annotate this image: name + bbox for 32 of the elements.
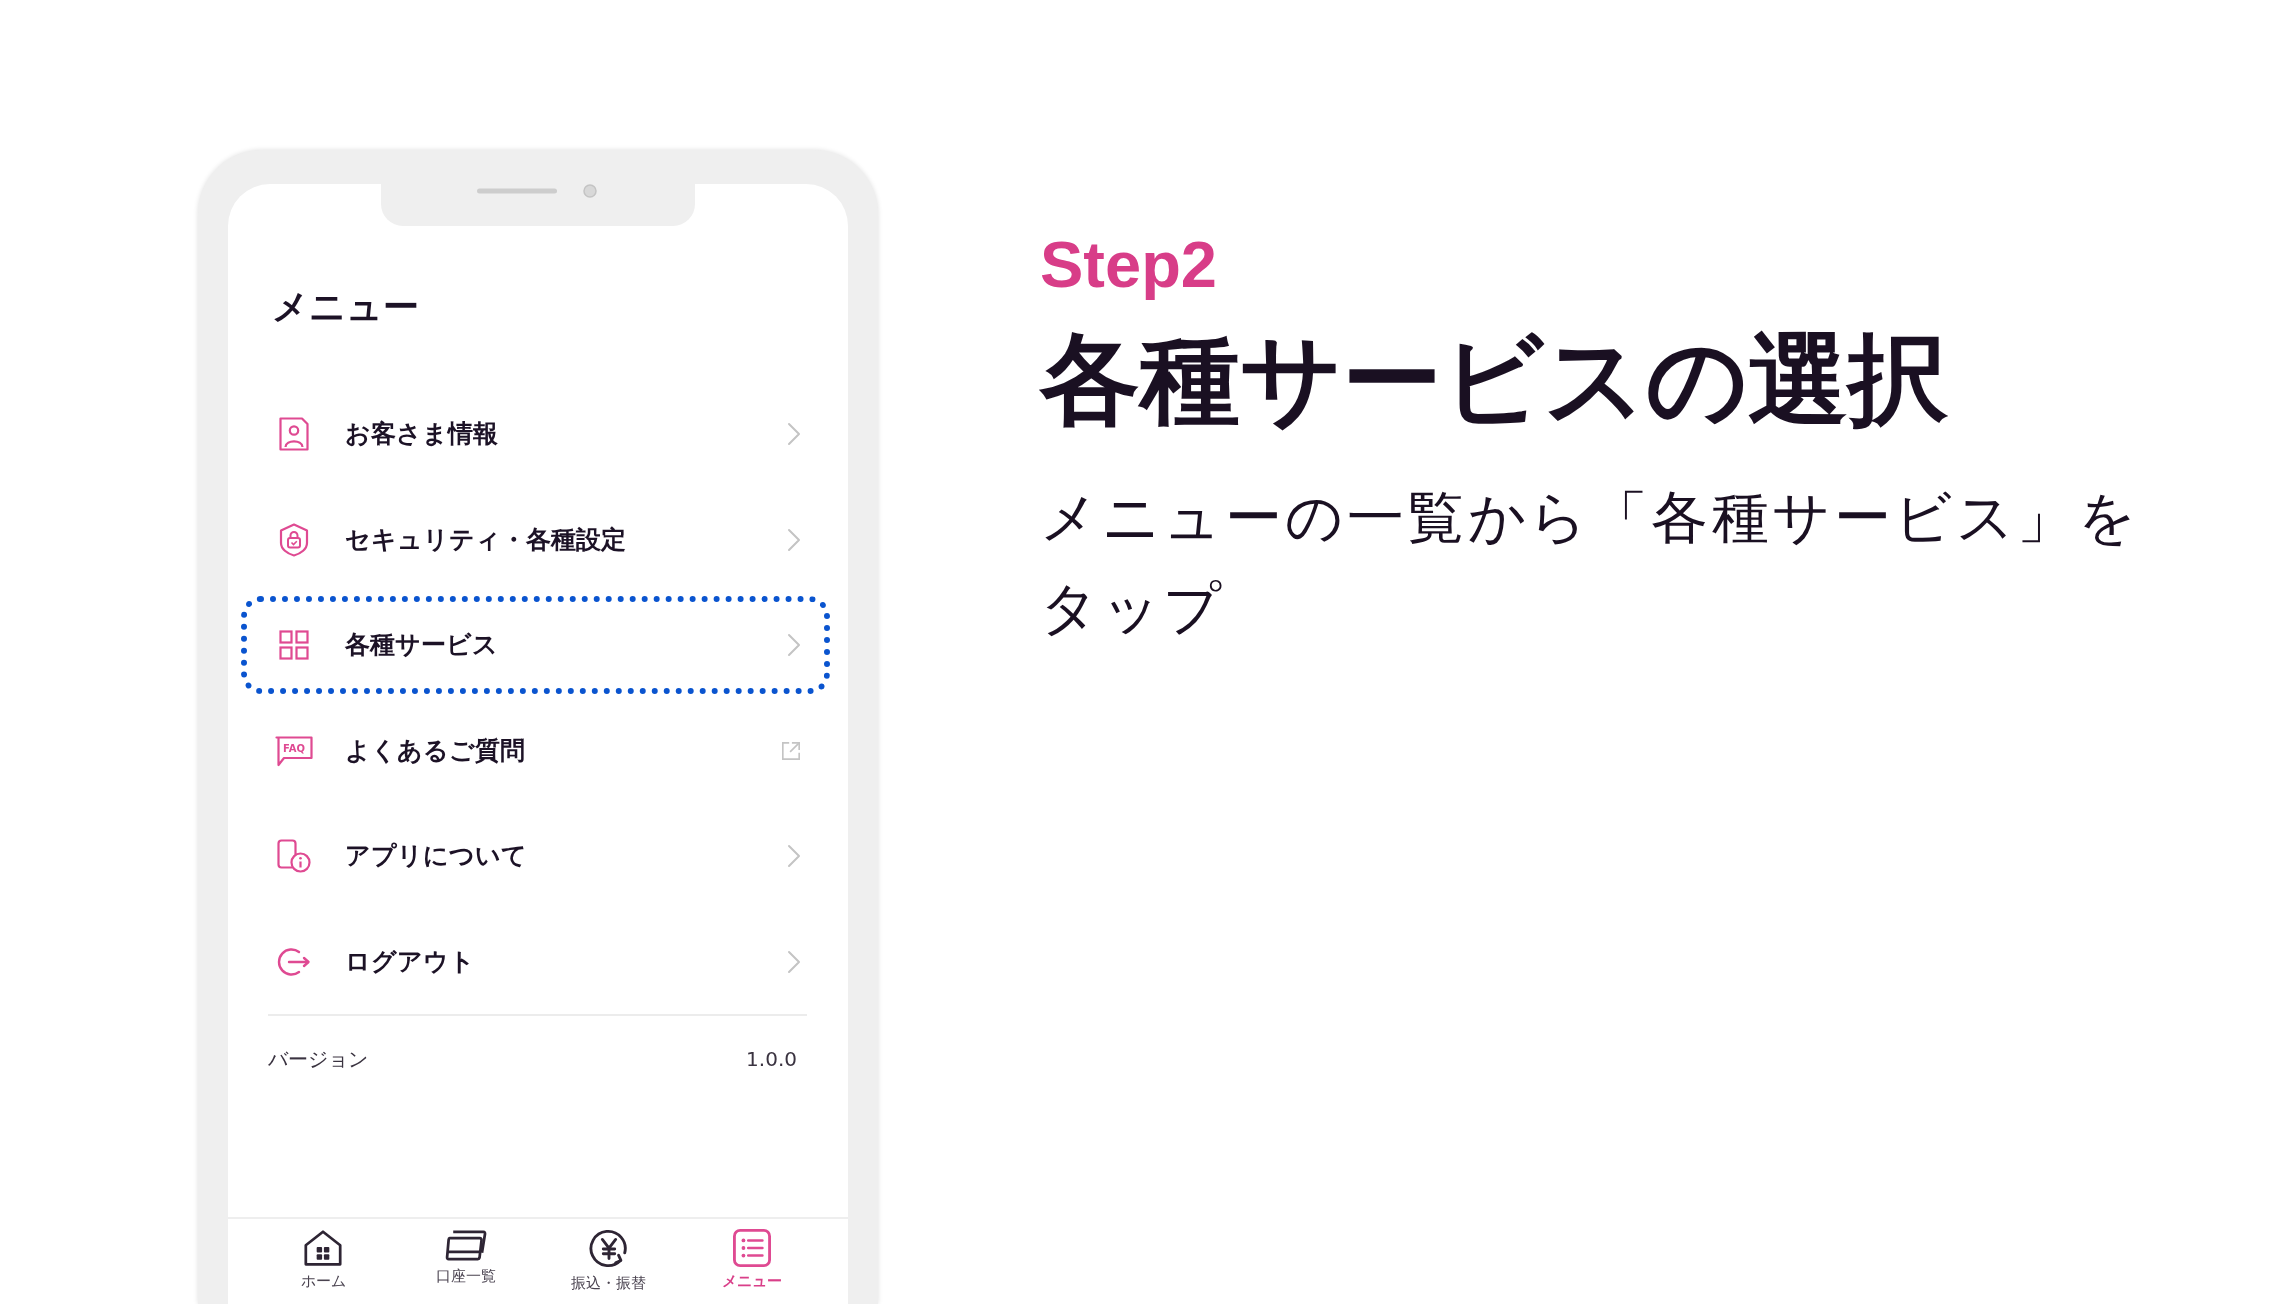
external-link-icon <box>781 740 801 761</box>
logout-icon <box>277 946 311 977</box>
chevron-right-icon <box>787 422 801 446</box>
list-icon <box>732 1229 771 1267</box>
page-heading: 各種サービスの選択 <box>1040 320 1949 440</box>
tab-button[interactable]: メニュー <box>721 1229 782 1304</box>
tab-button[interactable]: ホーム <box>300 1229 346 1304</box>
chevron-right-icon <box>787 949 801 974</box>
tab-button[interactable]: 口座一覧 <box>436 1229 497 1304</box>
phone-info-icon <box>277 839 311 873</box>
screen-title: メニュー <box>272 285 420 329</box>
speech-bubble-icon: FAQ <box>275 734 313 767</box>
menu-item[interactable]: アプリについて <box>241 807 830 905</box>
version-number: 1.0.0 <box>746 1046 797 1071</box>
grid-icon <box>279 630 309 660</box>
menu-item[interactable]: お客さま情報 <box>241 385 830 483</box>
menu-item[interactable]: 各種サービス <box>241 596 830 694</box>
step-label: Step2 <box>1040 227 1218 303</box>
menu-item[interactable]: FAQ よくあるご質問 <box>241 701 830 800</box>
menu-item[interactable]: セキュリティ・各種設定 <box>241 490 830 589</box>
shield-lock-icon <box>279 522 309 557</box>
instruction-text: メニューの一覧から「各種サービス」をタップ <box>1040 483 2140 643</box>
yen-coin-icon <box>588 1229 629 1269</box>
tab-button[interactable]: 振込・振替 <box>571 1229 647 1304</box>
chevron-right-icon <box>787 844 801 868</box>
menu-item[interactable]: ログアウト <box>241 912 830 1011</box>
profile-card-icon <box>279 417 309 451</box>
chevron-right-icon <box>787 527 801 552</box>
card-icon <box>445 1229 488 1262</box>
home-icon <box>303 1229 344 1267</box>
chevron-right-icon <box>787 633 801 657</box>
version-label: バージョン <box>268 1046 368 1071</box>
